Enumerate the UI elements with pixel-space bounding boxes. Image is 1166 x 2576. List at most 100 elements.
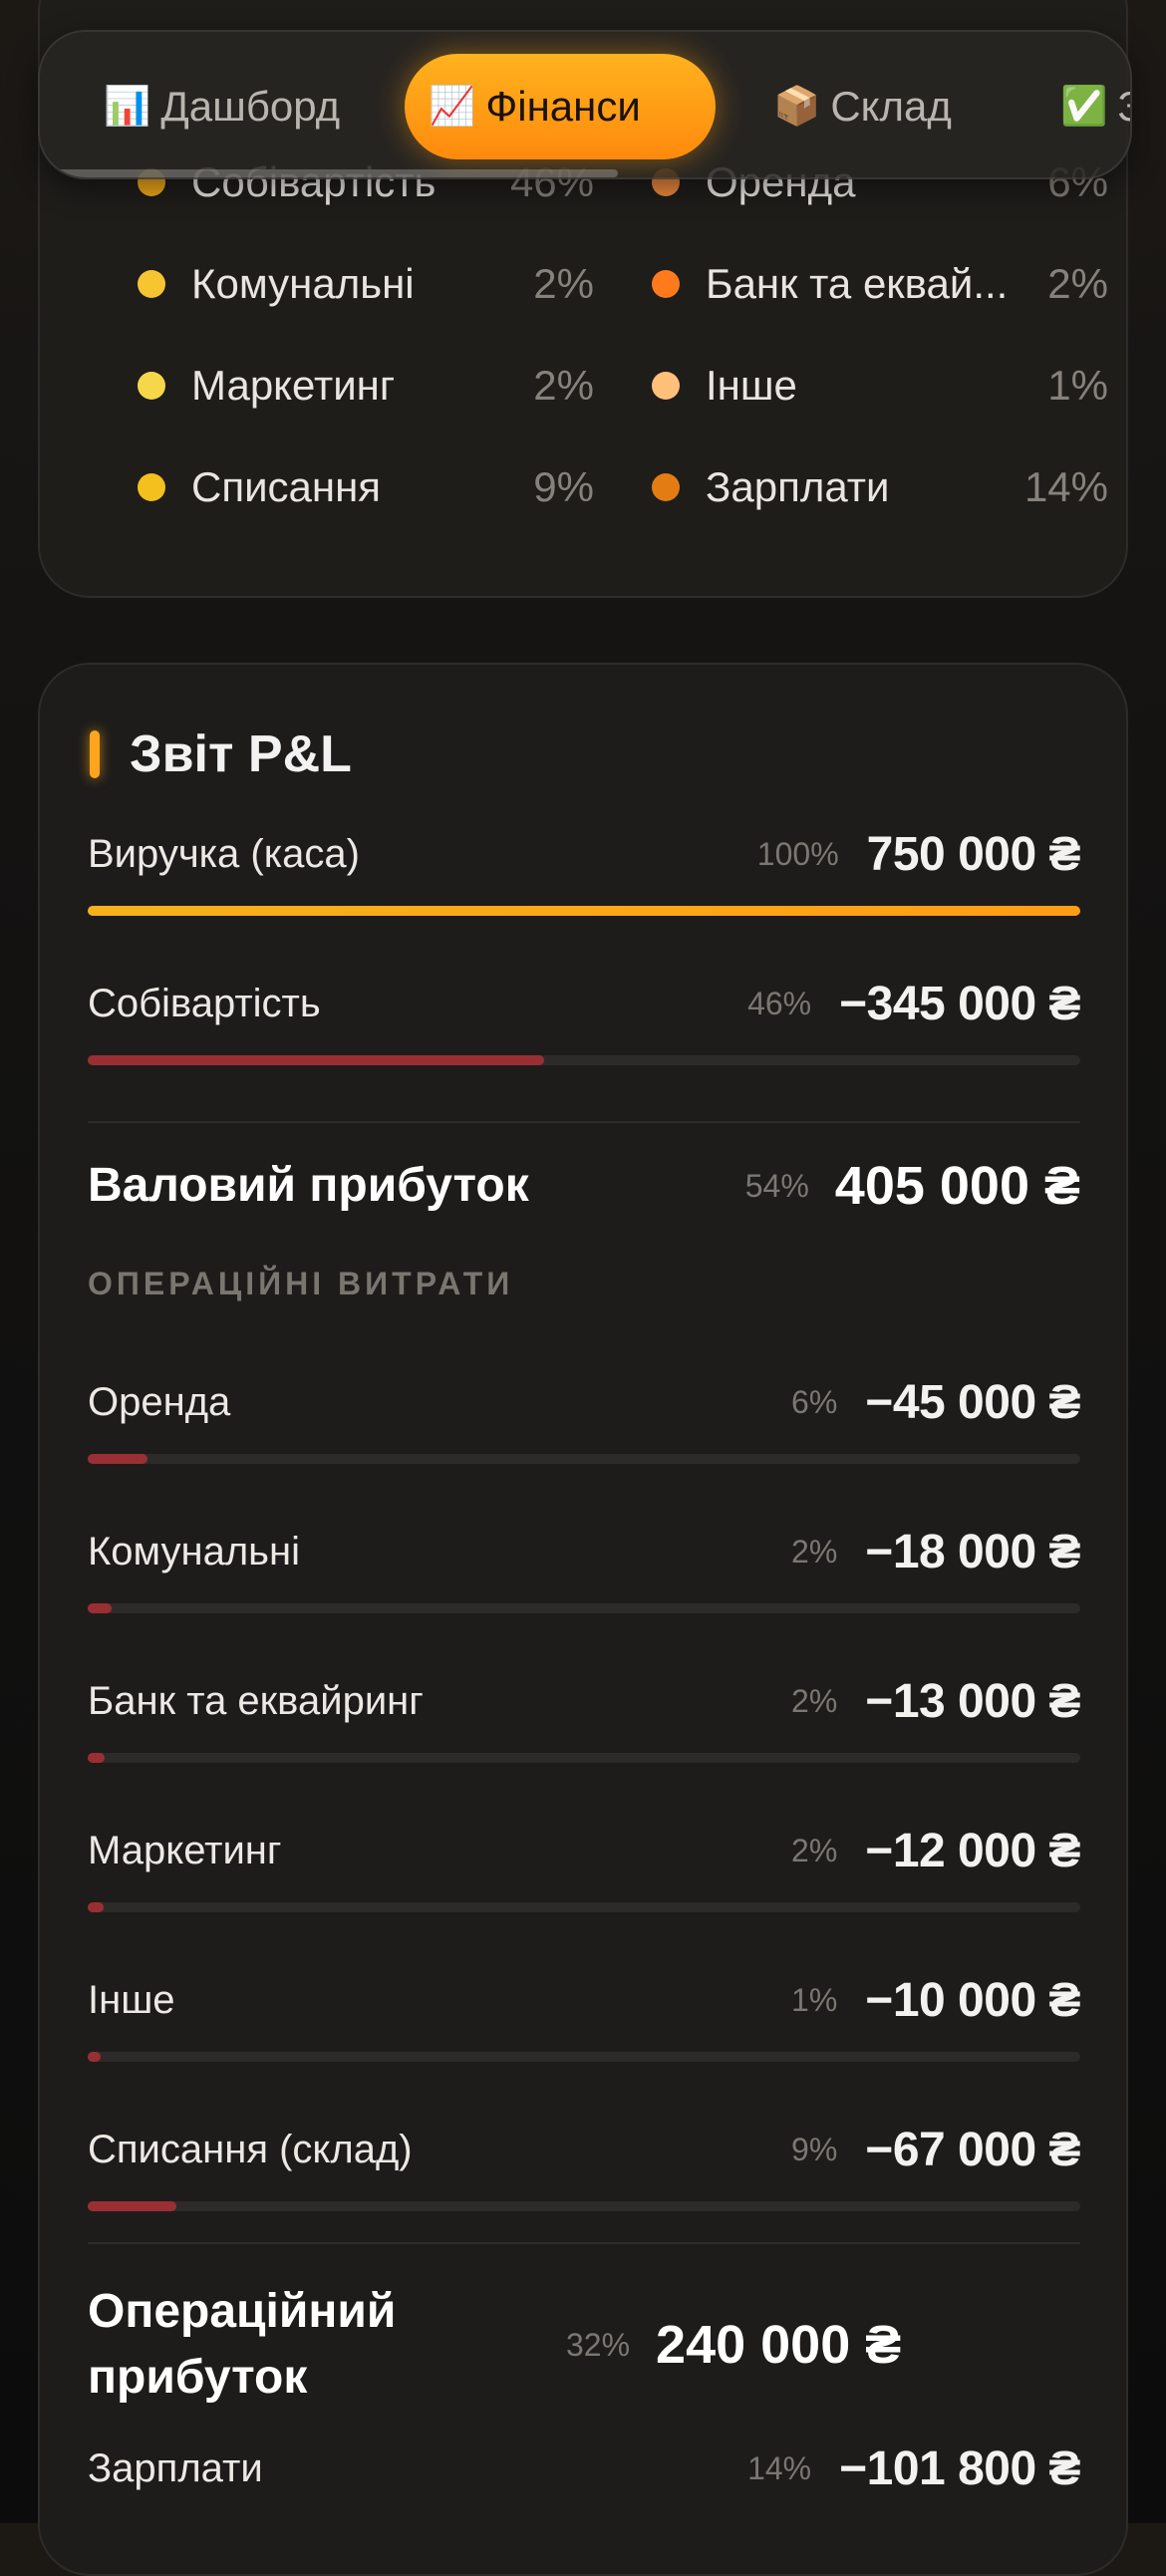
tab-tasks[interactable]: ✅ З [1036,54,1130,159]
check-icon: ✅ [1060,86,1108,128]
row-pct: 100% [756,835,839,872]
legend-dot [138,473,165,501]
pl-row-opex: Маркетинг 2% −12 000 ₴ [88,1821,1080,1912]
legend-pct: 2% [533,362,594,409]
tab-label: З [1117,83,1130,131]
legend-item[interactable]: Зарплати 14% [652,436,1108,538]
legend-dot [652,473,680,501]
divider [88,1121,1080,1123]
tab-finance[interactable]: 📈 Фінанси [405,54,716,159]
row-value: −12 000 ₴ [865,1824,1080,1877]
trend-icon: 📈 [429,86,476,128]
pl-report-card: Звіт P&L Виручка (каса) 100% 750 000 ₴ С… [38,663,1128,2576]
legend-item[interactable]: Комунальні 2% [138,233,594,335]
progress-track [88,2052,1080,2062]
divider [88,2242,1080,2244]
row-value: 405 000 ₴ [834,1156,1080,1216]
chart-icon: 📊 [104,86,151,128]
progress-track [88,1055,1080,1065]
progress-fill [88,906,1080,916]
row-value: 750 000 ₴ [866,827,1081,881]
tab-label: Фінанси [485,83,641,130]
row-label: Собівартість [88,981,321,1025]
legend-item[interactable]: Списання 9% [138,436,594,538]
row-label: Маркетинг [88,1828,282,1872]
progress-fill [88,1902,104,1912]
progress-track [88,1454,1080,1464]
legend-grid: Собівартість 46% Оренда 6% Комунальні 2% Банк … [138,132,1108,538]
pl-title: Звіт P&L [90,724,352,784]
legend-item[interactable]: Інше 1% [652,335,1108,436]
row-pct: 9% [791,2131,838,2167]
row-pct: 2% [791,1682,838,1719]
pl-row-cogs: Собівартість 46% −345 000 ₴ [88,974,1080,1065]
row-value: 240 000 ₴ [656,2315,902,2375]
pl-row-opex: Списання (склад) 9% −67 000 ₴ [88,2120,1080,2211]
tab-dashboard[interactable]: 📊 Дашборд [80,54,364,159]
tab-label: Дашборд [160,83,341,130]
progress-track [88,1753,1080,1763]
row-value: −45 000 ₴ [865,1375,1080,1429]
title-accent [90,730,100,778]
tab-label: Склад [830,83,952,130]
legend-dot [652,270,680,298]
progress-track [88,2201,1080,2211]
legend-pct: 14% [1023,463,1108,510]
box-icon: 📦 [773,86,821,128]
pl-row-opex: Інше 1% −10 000 ₴ [88,1970,1080,2062]
row-label: Банк та еквайринг [88,1678,424,1723]
row-pct: 32% [566,2326,631,2363]
pl-row-opex: Комунальні 2% −18 000 ₴ [88,1522,1080,1613]
pl-row-salary: Зарплати 14% −101 800 ₴ [88,2438,1080,2498]
opex-caption: ОПЕРАЦІЙНІ ВИТРАТИ [88,1266,514,1301]
legend-item[interactable]: Банк та еквай... 2% [652,233,1108,335]
legend-label: Маркетинг [191,362,396,409]
row-pct: 6% [791,1383,838,1420]
pl-row-operating-profit: Операційний прибуток 32% 240 000 ₴ [88,2279,1080,2411]
progress-fill [88,1454,147,1464]
progress-fill [88,1603,112,1613]
row-value: −101 800 ₴ [839,2441,1080,2495]
legend-pct: 1% [1047,362,1108,409]
progress-fill [88,2052,101,2062]
progress-track [88,1902,1080,1912]
row-label: Списання (склад) [88,2127,413,2171]
row-value: −10 000 ₴ [865,1973,1080,2027]
pl-row-opex: Оренда 6% −45 000 ₴ [88,1372,1080,1464]
legend-label: Інше [706,362,797,409]
progress-fill [88,1753,105,1763]
row-value: −67 000 ₴ [865,2123,1080,2176]
row-value: −345 000 ₴ [839,977,1080,1030]
legend-pct: 9% [533,463,594,510]
row-pct: 46% [747,985,812,1021]
row-label: Зарплати [88,2445,263,2490]
pl-title-text: Звіт P&L [130,725,352,783]
row-label: Валовий прибуток [88,1159,529,1212]
pl-row-revenue: Виручка (каса) 100% 750 000 ₴ [88,824,1081,916]
legend-dot [138,270,165,298]
row-pct: 2% [791,1533,838,1570]
legend-pct: 2% [1047,260,1108,307]
row-value: −13 000 ₴ [865,1674,1080,1728]
progress-track [88,906,1080,916]
tab-scrollbar[interactable] [40,169,618,177]
row-label: Виручка (каса) [88,831,360,876]
row-label: Операційний прибуток [88,2285,397,2404]
tab-warehouse[interactable]: 📦 Склад [749,54,976,159]
row-pct: 14% [747,2449,812,2486]
row-pct: 1% [791,1981,838,2018]
row-label: Комунальні [88,1529,300,1574]
tab-bar: 📊 Дашборд 📈 Фінанси 📦 Склад ✅ З [38,30,1132,179]
pl-row-gross-profit: Валовий прибуток 54% 405 000 ₴ [88,1153,1080,1219]
legend-dot [652,372,680,400]
legend-pct: 2% [533,260,594,307]
legend-label: Банк та еквай... [706,260,1009,307]
progress-fill [88,2201,176,2211]
row-label: Оренда [88,1379,231,1424]
row-value: −18 000 ₴ [865,1525,1080,1578]
row-label: Інше [88,1977,175,2022]
progress-track [88,1603,1080,1613]
row-pct: 2% [791,1832,838,1868]
legend-item[interactable]: Маркетинг 2% [138,335,594,436]
row-pct: 54% [744,1167,809,1204]
